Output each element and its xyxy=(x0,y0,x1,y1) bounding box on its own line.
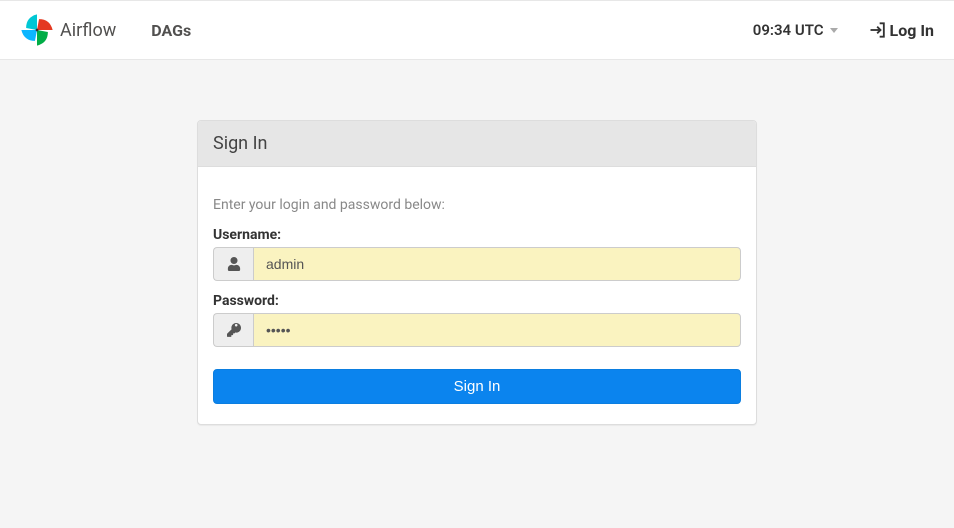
password-group: Password: xyxy=(213,293,741,347)
password-input[interactable] xyxy=(253,313,741,347)
nav-dags-link[interactable]: DAGs xyxy=(151,21,191,40)
panel-body: Enter your login and password below: Use… xyxy=(198,167,756,424)
navbar: Airflow DAGs 09:34 UTC Log In xyxy=(0,0,954,60)
caret-down-icon xyxy=(830,28,838,33)
navbar-left: Airflow DAGs xyxy=(20,13,191,47)
navbar-right: 09:34 UTC Log In xyxy=(753,20,934,40)
clock-text: 09:34 UTC xyxy=(753,21,824,39)
login-link-text: Log In xyxy=(890,21,934,40)
username-input[interactable] xyxy=(253,247,741,281)
password-input-group xyxy=(213,313,741,347)
key-icon xyxy=(213,313,253,347)
username-label: Username: xyxy=(213,227,741,243)
login-icon xyxy=(868,20,888,40)
signin-panel: Sign In Enter your login and password be… xyxy=(197,120,757,425)
user-icon xyxy=(213,247,253,281)
airflow-pinwheel-icon xyxy=(20,13,54,47)
main-container: Sign In Enter your login and password be… xyxy=(197,120,757,425)
username-input-group xyxy=(213,247,741,281)
login-link[interactable]: Log In xyxy=(868,20,934,40)
brand-link[interactable]: Airflow xyxy=(20,13,116,47)
clock-dropdown[interactable]: 09:34 UTC xyxy=(753,21,838,39)
panel-heading: Sign In xyxy=(198,121,756,167)
username-group: Username: xyxy=(213,227,741,281)
password-label: Password: xyxy=(213,293,741,309)
signin-button[interactable]: Sign In xyxy=(213,369,741,404)
brand-text: Airflow xyxy=(60,20,116,41)
help-text: Enter your login and password below: xyxy=(213,197,741,213)
